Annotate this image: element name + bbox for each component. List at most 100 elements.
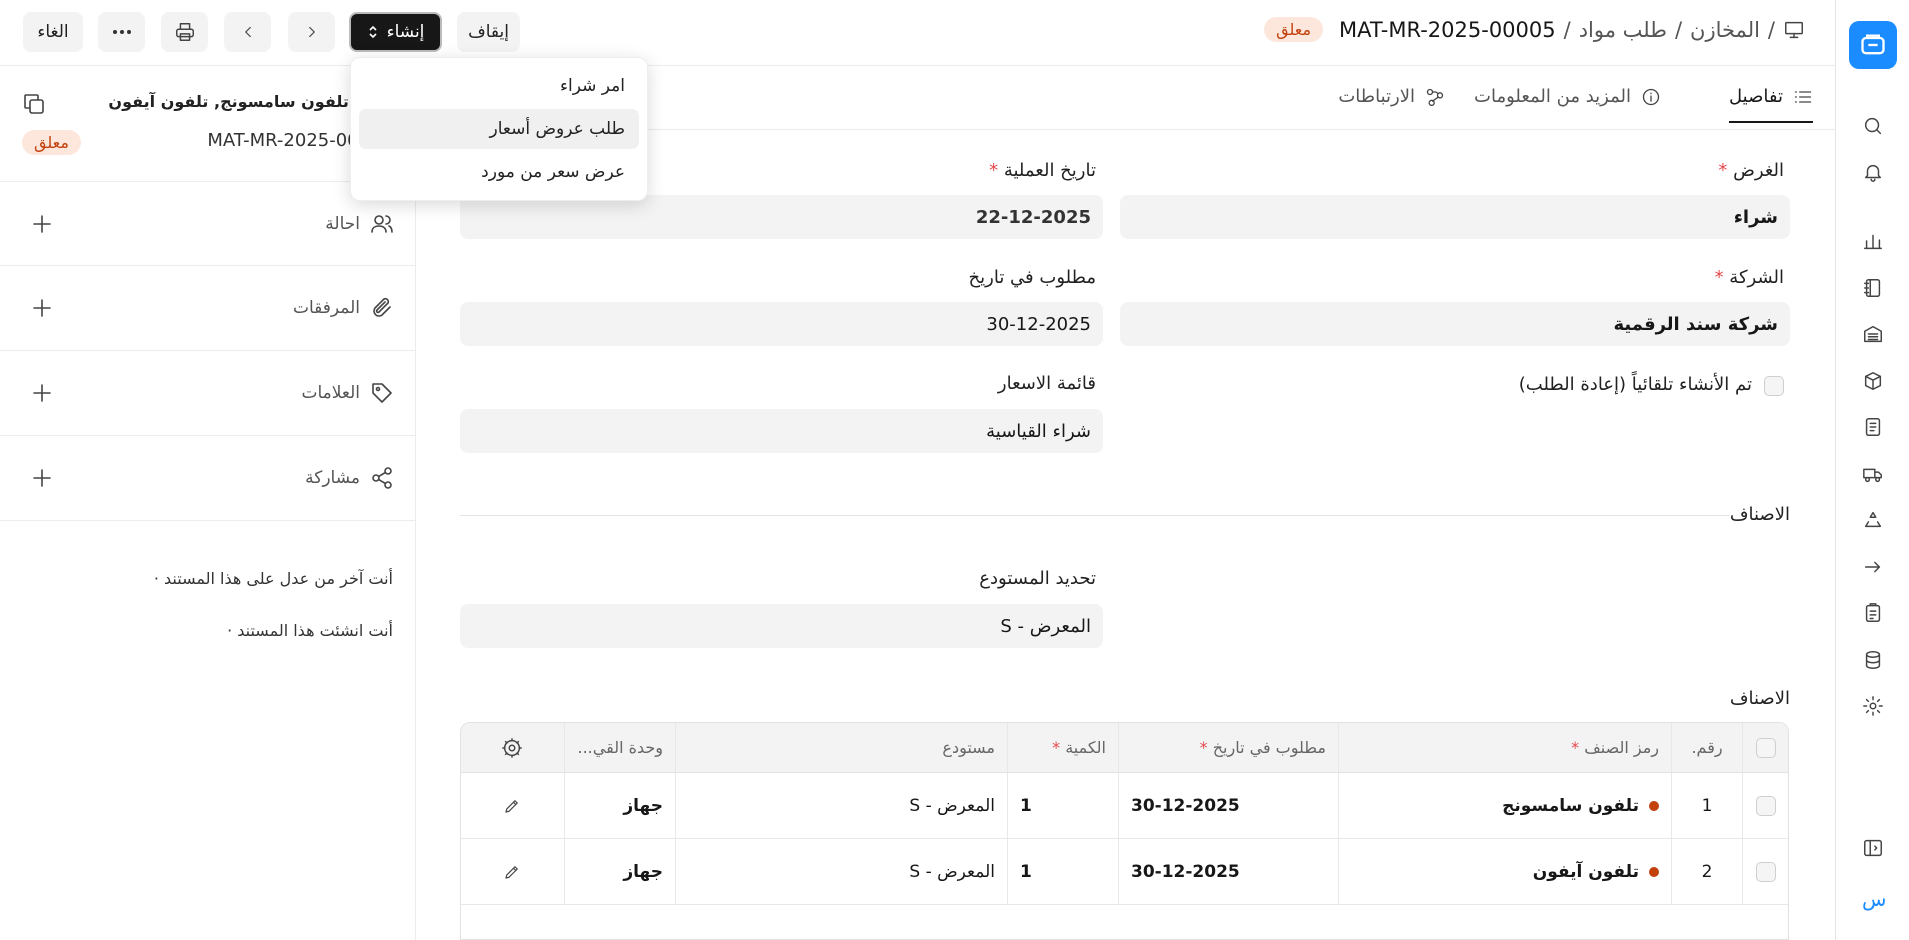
sidebar-row-label: العلامات bbox=[301, 383, 360, 403]
row-item-code[interactable]: تلفون سامسونج bbox=[1338, 773, 1671, 838]
sidebar-toggle-icon[interactable] bbox=[1862, 837, 1884, 859]
top-bar: / المخازن / طلب مواد / MAT-MR-2025-00005… bbox=[0, 0, 1835, 66]
row-item-code[interactable]: تلفون آيفون bbox=[1338, 839, 1671, 904]
status-badge: معلق bbox=[1264, 17, 1324, 42]
sidebar-row-label: المرفقات bbox=[292, 298, 360, 318]
sidebar-share[interactable]: مشاركة bbox=[0, 436, 416, 521]
settings-icon[interactable] bbox=[1862, 695, 1884, 717]
next-button[interactable] bbox=[288, 12, 335, 52]
menu-item-purchase-order[interactable]: امر شراء bbox=[359, 66, 639, 106]
header-warehouse: مستودع bbox=[675, 723, 1007, 772]
purpose-field[interactable]: شراء bbox=[1120, 195, 1790, 239]
plus-icon[interactable] bbox=[30, 296, 54, 320]
box-icon[interactable] bbox=[1862, 370, 1884, 392]
sidebar-tags[interactable]: العلامات bbox=[0, 351, 416, 436]
printer-icon bbox=[174, 21, 196, 43]
header-uom: وحدة القي... bbox=[564, 723, 675, 772]
gear-icon bbox=[501, 737, 523, 759]
row-select[interactable] bbox=[1742, 839, 1788, 904]
print-button[interactable] bbox=[161, 12, 208, 52]
company-field[interactable]: شركة سند الرقمية bbox=[1120, 302, 1790, 346]
required-by-field[interactable]: 30-12-2025 bbox=[460, 302, 1103, 346]
truck-icon[interactable] bbox=[1862, 463, 1884, 485]
table-row[interactable]: 1 تلفون سامسونج 30-12-2025 1 المعرض - S … bbox=[461, 773, 1788, 839]
more-button[interactable] bbox=[98, 12, 145, 52]
breadcrumb-root[interactable]: المخازن bbox=[1690, 18, 1760, 42]
tab-more-info[interactable]: المزيد من المعلومات bbox=[1474, 86, 1661, 107]
sidebar-attachments[interactable]: المرفقات bbox=[0, 266, 416, 351]
menu-item-supplier-quotation[interactable]: عرض سعر من مورد bbox=[359, 152, 639, 192]
arrow-right-icon[interactable] bbox=[1862, 556, 1884, 578]
row-uom[interactable]: جهاز bbox=[564, 839, 675, 904]
ledger-icon[interactable] bbox=[1862, 277, 1884, 299]
items-table: رقم. رمز الصنف * مطلوب في تاريخ * الكمية… bbox=[460, 722, 1789, 940]
info-icon bbox=[1641, 87, 1661, 107]
breadcrumb-doctype[interactable]: طلب مواد bbox=[1579, 18, 1667, 42]
set-warehouse-field[interactable]: المعرض - S bbox=[460, 604, 1103, 648]
row-warehouse[interactable]: المعرض - S bbox=[675, 839, 1007, 904]
tab-details-label: تفاصيل bbox=[1729, 86, 1783, 107]
required-by-label: مطلوب في تاريخ bbox=[968, 267, 1096, 288]
plus-icon[interactable] bbox=[30, 381, 54, 405]
copy-icon[interactable] bbox=[22, 92, 46, 116]
chart-icon[interactable] bbox=[1862, 230, 1884, 252]
database-icon[interactable] bbox=[1862, 649, 1884, 671]
price-list-field[interactable]: شراء القياسية bbox=[460, 409, 1103, 453]
header-required-by: مطلوب في تاريخ * bbox=[1118, 723, 1338, 772]
sidebar-row-label: مشاركة bbox=[305, 468, 360, 488]
desktop-icon[interactable] bbox=[1783, 19, 1805, 41]
row-select[interactable] bbox=[1742, 773, 1788, 838]
document-icon[interactable] bbox=[1862, 416, 1884, 438]
row-uom[interactable]: جهاز bbox=[564, 773, 675, 838]
page-title: MAT-MR-2025-00005 bbox=[1339, 17, 1556, 42]
row-required-by[interactable]: 30-12-2025 bbox=[1118, 839, 1338, 904]
transaction-date-field[interactable]: 22-12-2025 bbox=[460, 195, 1103, 239]
tab-details[interactable]: تفاصيل bbox=[1729, 86, 1813, 123]
items-table-label: الاصناف bbox=[1729, 688, 1790, 709]
menu-item-request-for-quotation[interactable]: طلب عروض أسعار bbox=[359, 109, 639, 149]
app-logo[interactable] bbox=[1849, 21, 1897, 69]
header-qty: الكمية * bbox=[1007, 723, 1118, 772]
auto-created-checkbox[interactable] bbox=[1764, 376, 1784, 396]
header-select-all[interactable] bbox=[1742, 723, 1788, 772]
stop-button[interactable]: إيقاف bbox=[457, 12, 520, 52]
recycle-icon[interactable] bbox=[1862, 509, 1884, 531]
edit-row-button[interactable] bbox=[461, 839, 564, 904]
status-dot bbox=[1649, 800, 1659, 811]
checkbox[interactable] bbox=[1755, 795, 1776, 816]
ellipsis-icon bbox=[112, 29, 132, 35]
warehouse-icon[interactable] bbox=[1862, 323, 1884, 345]
tab-connections[interactable]: الارتباطات bbox=[1338, 86, 1445, 107]
search-icon[interactable] bbox=[1862, 115, 1884, 137]
table-row[interactable]: 2 تلفون آيفون 30-12-2025 1 المعرض - S جه… bbox=[461, 839, 1788, 905]
connections-icon bbox=[1425, 87, 1445, 107]
edit-row-button[interactable] bbox=[461, 773, 564, 838]
bell-icon[interactable] bbox=[1862, 161, 1884, 183]
clipboard-icon[interactable] bbox=[1862, 602, 1884, 624]
company-label: الشركة * bbox=[1714, 267, 1784, 288]
checkbox[interactable] bbox=[1755, 737, 1776, 758]
cancel-button[interactable]: الغاء bbox=[23, 12, 83, 52]
list-icon bbox=[1793, 87, 1813, 107]
transaction-date-label: تاريخ العملية * bbox=[989, 160, 1096, 181]
create-button[interactable]: إنشاء bbox=[349, 12, 442, 52]
purpose-label: الغرض * bbox=[1718, 160, 1784, 181]
paperclip-icon bbox=[370, 296, 394, 320]
plus-icon[interactable] bbox=[30, 466, 54, 490]
app-rail: س bbox=[1835, 0, 1909, 940]
tab-connections-label: الارتباطات bbox=[1338, 86, 1415, 107]
row-warehouse[interactable]: المعرض - S bbox=[675, 773, 1007, 838]
prev-button[interactable] bbox=[224, 12, 271, 52]
create-label: إنشاء bbox=[386, 22, 425, 42]
auto-created-label: تم الأنشاء تلقائياً (إعادة الطلب) bbox=[1518, 374, 1752, 395]
checkbox[interactable] bbox=[1755, 861, 1776, 882]
share-icon bbox=[370, 466, 394, 490]
plus-icon[interactable] bbox=[30, 212, 54, 236]
column-settings[interactable] bbox=[461, 723, 564, 772]
row-qty[interactable]: 1 bbox=[1007, 773, 1118, 838]
set-warehouse-label: تحديد المستودع bbox=[979, 568, 1096, 589]
row-required-by[interactable]: 30-12-2025 bbox=[1118, 773, 1338, 838]
create-dropdown-menu: امر شراء طلب عروض أسعار عرض سعر من مورد bbox=[350, 57, 648, 201]
row-qty[interactable]: 1 bbox=[1007, 839, 1118, 904]
user-avatar[interactable]: س bbox=[1862, 887, 1886, 911]
